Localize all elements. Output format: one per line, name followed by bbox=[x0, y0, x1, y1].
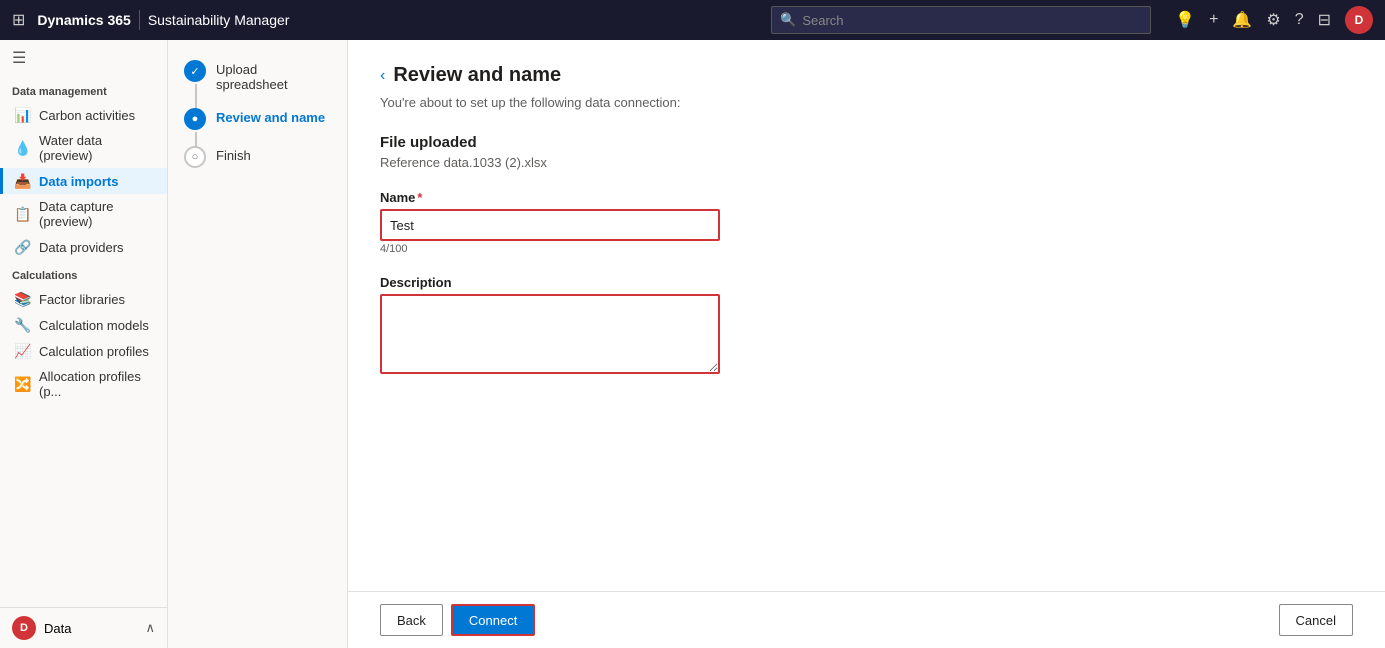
name-required-indicator: * bbox=[417, 190, 422, 205]
water-data-label: Water data (preview) bbox=[39, 133, 155, 163]
bell-icon[interactable]: 🔔 bbox=[1232, 10, 1252, 30]
sidebar-item-allocation-profiles[interactable]: 🔀 Allocation profiles (p... bbox=[0, 364, 167, 404]
data-providers-label: Data providers bbox=[39, 240, 124, 255]
allocation-profiles-icon: 🔀 bbox=[15, 376, 31, 392]
sidebar-footer-chevron-icon: ∧ bbox=[145, 620, 155, 636]
data-capture-icon: 📋 bbox=[15, 206, 31, 222]
description-field-label: Description bbox=[380, 275, 1353, 290]
sidebar-footer-label: Data bbox=[44, 621, 71, 636]
page-title: Review and name bbox=[393, 64, 561, 87]
name-input[interactable] bbox=[380, 209, 720, 241]
brand-dynamics-label: Dynamics 365 bbox=[37, 12, 130, 28]
sidebar-hamburger-icon[interactable]: ☰ bbox=[0, 40, 167, 76]
water-data-icon: 💧 bbox=[15, 140, 31, 156]
sidebar-item-data-providers[interactable]: 🔗 Data providers bbox=[0, 234, 167, 260]
user-avatar[interactable]: D bbox=[1345, 6, 1373, 34]
factor-libraries-label: Factor libraries bbox=[39, 292, 125, 307]
factor-libraries-icon: 📚 bbox=[15, 291, 31, 307]
name-field-section: Name* 4/100 bbox=[380, 190, 1353, 255]
description-textarea[interactable] bbox=[380, 294, 720, 374]
content-area: ✓ Upload spreadsheet ● Review and name ○… bbox=[168, 40, 1385, 648]
data-imports-icon: 📥 bbox=[15, 173, 31, 189]
cancel-button[interactable]: Cancel bbox=[1279, 604, 1353, 636]
data-providers-icon: 🔗 bbox=[15, 239, 31, 255]
sidebar-item-water-data[interactable]: 💧 Water data (preview) bbox=[0, 128, 167, 168]
name-field-label: Name* bbox=[380, 190, 1353, 205]
search-icon: 🔍 bbox=[780, 12, 796, 28]
allocation-profiles-label: Allocation profiles (p... bbox=[39, 369, 155, 399]
brand: Dynamics 365 Sustainability Manager bbox=[37, 10, 289, 30]
description-field-section: Description bbox=[380, 275, 1353, 377]
calculation-models-icon: 🔧 bbox=[15, 317, 31, 333]
panels-icon[interactable]: ⊟ bbox=[1318, 10, 1331, 30]
top-navigation: ⊞ Dynamics 365 Sustainability Manager 🔍 … bbox=[0, 0, 1385, 40]
sidebar-footer-avatar: D bbox=[12, 616, 36, 640]
step-circle-finish: ○ bbox=[184, 146, 206, 168]
sidebar-footer[interactable]: D Data ∧ bbox=[0, 607, 167, 648]
step-label-upload: Upload spreadsheet bbox=[216, 60, 331, 92]
plus-icon[interactable]: + bbox=[1209, 11, 1218, 29]
nav-divider bbox=[139, 10, 140, 30]
calculations-section-label: Calculations bbox=[0, 260, 167, 286]
step-upload-spreadsheet: ✓ Upload spreadsheet bbox=[184, 60, 331, 92]
step-label-finish: Finish bbox=[216, 146, 251, 163]
app-grid-icon[interactable]: ⊞ bbox=[12, 10, 25, 30]
data-management-section-label: Data management bbox=[0, 76, 167, 102]
step-circle-upload: ✓ bbox=[184, 60, 206, 82]
form-footer: Back Connect Cancel bbox=[348, 591, 1385, 648]
help-icon[interactable]: ? bbox=[1295, 11, 1304, 29]
search-input[interactable] bbox=[802, 13, 1142, 28]
app-name-label: Sustainability Manager bbox=[148, 12, 290, 28]
connect-button[interactable]: Connect bbox=[451, 604, 535, 636]
carbon-activities-icon: 📊 bbox=[15, 107, 31, 123]
gear-icon[interactable]: ⚙ bbox=[1266, 10, 1280, 30]
search-bar[interactable]: 🔍 bbox=[771, 6, 1151, 34]
step-label-review: Review and name bbox=[216, 108, 325, 125]
data-capture-label: Data capture (preview) bbox=[39, 199, 155, 229]
sidebar-item-factor-libraries[interactable]: 📚 Factor libraries bbox=[0, 286, 167, 312]
calculation-models-label: Calculation models bbox=[39, 318, 149, 333]
lightbulb-icon[interactable]: 💡 bbox=[1175, 10, 1195, 30]
page-header: ‹ Review and name bbox=[380, 64, 1353, 87]
name-char-count: 4/100 bbox=[380, 243, 1353, 255]
calculation-profiles-label: Calculation profiles bbox=[39, 344, 149, 359]
form-area: ‹ Review and name You're about to set up… bbox=[348, 40, 1385, 648]
sidebar-item-data-imports[interactable]: 📥 Data imports bbox=[0, 168, 167, 194]
file-uploaded-section: File uploaded Reference data.1033 (2).xl… bbox=[380, 134, 1353, 170]
sidebar-item-calculation-profiles[interactable]: 📈 Calculation profiles bbox=[0, 338, 167, 364]
sidebar-item-calculation-models[interactable]: 🔧 Calculation models bbox=[0, 312, 167, 338]
step-circle-review: ● bbox=[184, 108, 206, 130]
page-subtitle: You're about to set up the following dat… bbox=[380, 95, 1353, 110]
sidebar: ☰ Data management 📊 Carbon activities 💧 … bbox=[0, 40, 168, 648]
calculation-profiles-icon: 📈 bbox=[15, 343, 31, 359]
wizard-steps-panel: ✓ Upload spreadsheet ● Review and name ○… bbox=[168, 40, 348, 648]
main-layout: ☰ Data management 📊 Carbon activities 💧 … bbox=[0, 40, 1385, 648]
sidebar-item-carbon-activities[interactable]: 📊 Carbon activities bbox=[0, 102, 167, 128]
file-uploaded-label: File uploaded bbox=[380, 134, 1353, 151]
data-imports-label: Data imports bbox=[39, 174, 118, 189]
file-name: Reference data.1033 (2).xlsx bbox=[380, 155, 1353, 170]
carbon-activities-label: Carbon activities bbox=[39, 108, 135, 123]
sidebar-item-data-capture[interactable]: 📋 Data capture (preview) bbox=[0, 194, 167, 234]
step-review-and-name: ● Review and name bbox=[184, 108, 331, 130]
step-finish: ○ Finish bbox=[184, 146, 331, 168]
back-button[interactable]: Back bbox=[380, 604, 443, 636]
back-arrow-icon[interactable]: ‹ bbox=[380, 67, 385, 85]
top-nav-icons: 💡 + 🔔 ⚙ ? ⊟ D bbox=[1175, 6, 1373, 34]
